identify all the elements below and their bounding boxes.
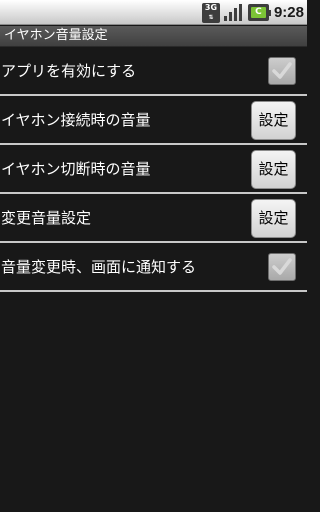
battery-icon: C xyxy=(247,4,271,21)
pref-earphone-connect-volume[interactable]: イヤホン接続時の音量 設定 xyxy=(0,96,307,145)
pref-label: アプリを有効にする xyxy=(1,62,137,80)
status-clock: 9:28 xyxy=(273,4,304,21)
battery-charge-icon: C xyxy=(250,7,266,18)
network-type-label: 3G xyxy=(204,2,218,12)
notify-checkbox[interactable] xyxy=(268,253,296,281)
app-title-bar: イヤホン音量設定 xyxy=(0,26,307,47)
change-volume-set-button[interactable]: 設定 xyxy=(251,199,296,238)
disconnect-volume-set-button[interactable]: 設定 xyxy=(251,150,296,189)
signal-icon xyxy=(223,4,242,21)
status-icons: 3G ⇅ C 9:28 xyxy=(201,2,304,23)
enable-app-checkbox[interactable] xyxy=(268,57,296,85)
preference-list: アプリを有効にする イヤホン接続時の音量 設定 イヤホン切断時の音量 設定 変更… xyxy=(0,47,307,292)
pref-enable-app[interactable]: アプリを有効にする xyxy=(0,47,307,96)
pref-label: イヤホン接続時の音量 xyxy=(1,111,151,129)
checkmark-icon xyxy=(272,62,292,79)
checkmark-icon xyxy=(272,258,292,275)
pref-label: 変更音量設定 xyxy=(1,209,92,227)
pref-change-volume-settings[interactable]: 変更音量設定 設定 xyxy=(0,194,307,243)
pref-label: イヤホン切断時の音量 xyxy=(1,160,151,178)
app-title: イヤホン音量設定 xyxy=(4,28,108,43)
pref-label: 音量変更時、画面に通知する xyxy=(1,258,197,276)
pref-earphone-disconnect-volume[interactable]: イヤホン切断時の音量 設定 xyxy=(0,145,307,194)
pref-notify-on-volume-change[interactable]: 音量変更時、画面に通知する xyxy=(0,243,307,292)
connect-volume-set-button[interactable]: 設定 xyxy=(251,101,296,140)
status-bar: 3G ⇅ C 9:28 xyxy=(0,0,307,25)
network-3g-icon: 3G ⇅ xyxy=(201,2,220,23)
